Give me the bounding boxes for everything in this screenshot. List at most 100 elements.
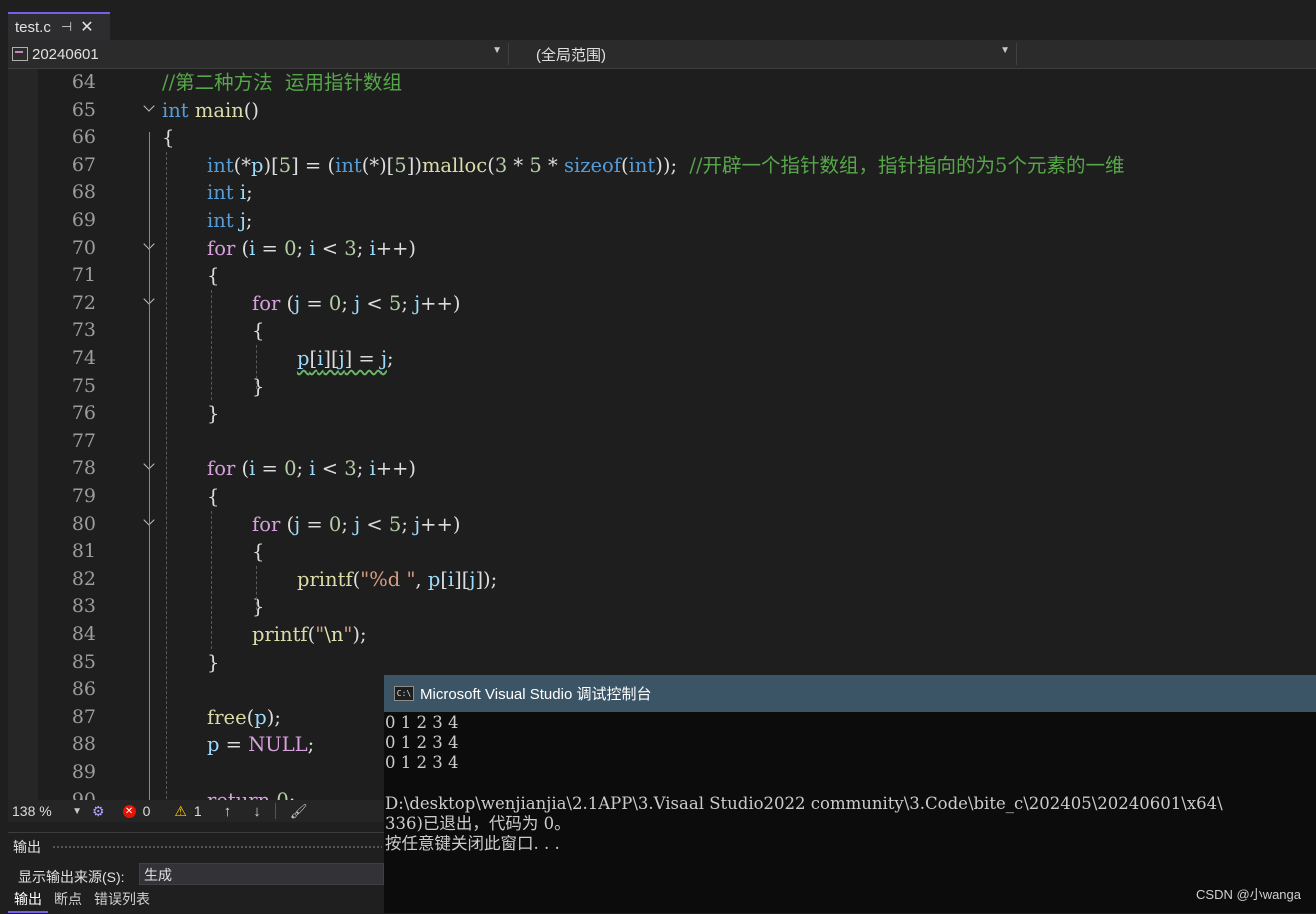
line-number: 73 xyxy=(71,319,96,342)
tab-error-list[interactable]: 错误列表 xyxy=(88,887,156,913)
debug-console-window[interactable]: C:\ Microsoft Visual Studio 调试控制台 0 1 2 … xyxy=(384,675,1316,913)
output-pane-tabs: 输出 断点 错误列表 xyxy=(8,887,156,913)
editor-status-bar: 138 % ▼ ⚙ ✕ 0 ⚠ 1 ↑ ↓ 🖌 xyxy=(8,800,384,822)
code-line[interactable]: 75} xyxy=(8,373,1316,401)
zoom-level: 138 % xyxy=(12,803,52,819)
code-text: printf("%d ", p[i][j]); xyxy=(297,567,498,591)
indent-guide xyxy=(166,151,167,800)
line-number: 77 xyxy=(71,429,96,452)
watermark: CSDN @小wanga xyxy=(1196,887,1301,902)
line-number: 67 xyxy=(71,153,96,176)
code-line[interactable]: 83} xyxy=(8,593,1316,621)
separator xyxy=(274,803,276,819)
warning-icon[interactable]: ⚠ xyxy=(174,803,187,820)
previous-issue-arrow-icon[interactable]: ↑ xyxy=(224,803,232,820)
scope-dropdown[interactable]: (全局范围) ▼ xyxy=(520,43,1017,65)
code-line[interactable]: 69 int j; xyxy=(8,207,1316,235)
code-text: } xyxy=(207,650,220,674)
code-line[interactable]: 77 xyxy=(8,428,1316,456)
line-number: 83 xyxy=(71,595,96,618)
line-number: 89 xyxy=(71,761,96,783)
project-dropdown-value: 20240601 xyxy=(32,45,99,63)
code-line[interactable]: 81 { xyxy=(8,538,1316,566)
fold-chevron-icon[interactable] xyxy=(144,104,153,113)
close-icon[interactable]: ✕ xyxy=(80,17,93,37)
code-line[interactable]: 67 int(*p)[5] = (int(*)[5])malloc(3 * 5 *… xyxy=(8,152,1316,180)
indent-guide xyxy=(211,289,212,401)
console-title-bar[interactable]: C:\ Microsoft Visual Studio 调试控制台 xyxy=(384,675,1316,712)
warning-count[interactable]: 1 xyxy=(194,803,202,819)
code-line[interactable]: 79 { xyxy=(8,483,1316,511)
code-line[interactable]: 64 //第二种方法 运用指针数组 xyxy=(8,69,1316,97)
line-number: 85 xyxy=(71,650,96,673)
code-text: p[i][j] = j; xyxy=(297,347,394,370)
code-text: p = NULL; xyxy=(207,733,315,757)
code-text: free(p); xyxy=(207,705,281,729)
code-text: for (j = 0; j < 5; j++) xyxy=(252,512,461,536)
project-icon xyxy=(12,47,28,61)
code-line[interactable]: 82 printf("%d ", p[i][j]); xyxy=(8,566,1316,594)
code-line[interactable]: 70 for (i = 0; i < 3; i++) xyxy=(8,235,1316,263)
code-text: for (i = 0; i < 3; i++) xyxy=(207,457,417,481)
code-line[interactable]: 72 for (j = 0; j < 5; j++) xyxy=(8,290,1316,318)
line-number: 66 xyxy=(71,126,96,149)
navigation-bar: 20240601 ▼ (全局范围) ▼ xyxy=(8,40,1316,69)
code-line[interactable]: 74 p[i][j] = j; xyxy=(8,345,1316,373)
code-line[interactable]: 80 for (j = 0; j < 5; j++) xyxy=(8,511,1316,539)
code-line[interactable]: 73 { xyxy=(8,317,1316,345)
line-number: 90 xyxy=(71,788,96,800)
zoom-dropdown[interactable]: 138 % ▼ xyxy=(12,803,84,819)
code-text: int i; xyxy=(207,181,253,205)
line-number: 71 xyxy=(71,264,96,287)
code-text: return 0; xyxy=(207,787,295,800)
line-number: 69 xyxy=(71,209,96,231)
code-line[interactable]: 68 int i; xyxy=(8,179,1316,207)
outline-bar xyxy=(149,132,150,800)
line-number: 65 xyxy=(71,98,96,121)
code-line[interactable]: 85} xyxy=(8,649,1316,677)
line-number: 84 xyxy=(71,623,96,645)
line-number: 64 xyxy=(71,71,96,93)
line-number: 80 xyxy=(71,512,96,535)
pane-grip[interactable] xyxy=(52,845,382,849)
error-icon[interactable]: ✕ xyxy=(122,804,136,818)
code-text: { xyxy=(207,485,220,508)
code-line[interactable]: 71 { xyxy=(8,262,1316,290)
output-source-label: 显示输出来源(S): xyxy=(18,869,125,885)
console-output: 0 1 2 3 4 0 1 2 3 4 0 1 2 3 4 D:\desktop… xyxy=(385,713,1223,854)
next-issue-arrow-icon[interactable]: ↓ xyxy=(253,803,261,820)
health-icon[interactable]: ⚙ xyxy=(92,803,105,820)
code-text: //第二种方法 运用指针数组 xyxy=(162,71,403,94)
code-text: int main() xyxy=(162,98,259,122)
line-number: 78 xyxy=(71,457,96,480)
line-number: 68 xyxy=(71,181,96,204)
tab-test-c[interactable]: test.c ⊣ ✕ xyxy=(8,12,110,40)
code-line[interactable]: 76} xyxy=(8,400,1316,428)
error-count[interactable]: 0 xyxy=(143,803,151,819)
code-line[interactable]: 65 int main() xyxy=(8,97,1316,125)
code-cleanup-brush-icon[interactable]: 🖌 xyxy=(290,803,308,820)
indent-guide xyxy=(256,565,257,610)
chevron-down-icon: ▼ xyxy=(1000,45,1010,56)
indent-guide xyxy=(211,510,212,649)
line-number: 70 xyxy=(71,236,96,259)
code-text: for (j = 0; j < 5; j++) xyxy=(252,291,461,315)
chevron-down-icon: ▼ xyxy=(492,45,502,56)
tab-output[interactable]: 输出 xyxy=(8,887,48,913)
line-number: 74 xyxy=(71,347,96,369)
tab-breakpoints[interactable]: 断点 xyxy=(48,887,88,913)
code-text: { xyxy=(252,319,265,343)
document-tab-strip: test.c ⊣ ✕ xyxy=(0,0,1316,40)
pin-icon[interactable]: ⊣ xyxy=(61,19,72,35)
code-line[interactable]: 78 for (i = 0; i < 3; i++) xyxy=(8,455,1316,483)
code-text: int(*p)[5] = (int(*)[5])malloc(3 * 5 * s… xyxy=(207,153,1125,177)
code-text: } xyxy=(252,595,265,619)
code-line[interactable]: 66 { xyxy=(8,124,1316,152)
code-text: { xyxy=(162,126,175,150)
project-dropdown[interactable]: 20240601 ▼ xyxy=(12,43,509,65)
line-number: 72 xyxy=(71,291,96,314)
code-line[interactable]: 84 printf("\n"); xyxy=(8,621,1316,649)
tab-title: test.c xyxy=(15,18,51,36)
line-number: 86 xyxy=(71,678,96,701)
output-source-dropdown[interactable]: 生成 xyxy=(139,863,384,885)
